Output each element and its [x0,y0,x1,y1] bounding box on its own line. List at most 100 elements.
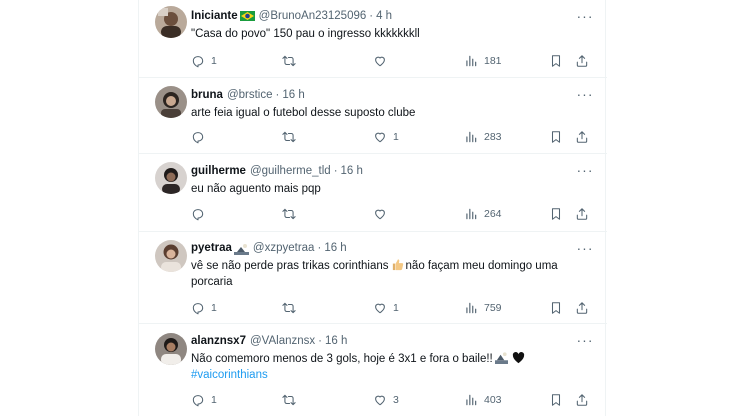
reply-header: Iniciante @BrunoAn23125096 · 4 h [191,10,567,22]
bookmark-icon [549,54,563,68]
like-icon [373,393,387,407]
retweet-button[interactable] [282,128,302,146]
reply-button[interactable]: 1 [191,52,217,70]
like-button[interactable] [373,205,393,223]
separator-dot: · [369,10,374,22]
share-icon [575,207,589,221]
replies-feed: Iniciante @BrunoAn23125096 · 4 h ··· "Ca… [138,0,607,416]
hashtag-link[interactable]: #vaicorinthians [191,369,268,381]
display-name[interactable]: bruna [191,89,223,101]
reply-button[interactable] [191,205,211,223]
reply-item[interactable]: Iniciante @BrunoAn23125096 · 4 h ··· "Ca… [139,0,607,78]
action-bar: 1 181 [191,52,591,70]
reply-item[interactable]: guilherme @guilherme_tld · 16 h ··· eu n… [139,154,607,232]
like-count: 1 [393,302,399,314]
reply-text: vê se não perde pras trikas corinthians n… [191,258,585,290]
avatar[interactable] [155,333,187,365]
avatar[interactable] [155,240,187,272]
bookmark-button[interactable] [549,391,563,409]
reply-icon [191,301,205,315]
share-button[interactable] [575,391,589,409]
reply-count: 1 [211,55,217,67]
like-count: 1 [393,131,399,143]
retweet-icon [282,207,296,221]
reply-text: eu não aguento mais pqp [191,183,321,195]
timestamp[interactable]: 16 h [325,335,347,347]
more-icon[interactable]: ··· [575,84,595,104]
retweet-button[interactable] [282,205,302,223]
bookmark-button[interactable] [549,52,563,70]
bookmark-button[interactable] [549,128,563,146]
reply-icon [191,393,205,407]
reply-item[interactable]: alanznsx7 @VAlanznsx · 16 h ··· Não come… [139,324,607,416]
views-button[interactable]: 181 [464,52,502,70]
share-button[interactable] [575,128,589,146]
views-button[interactable]: 759 [464,299,502,317]
timestamp[interactable]: 4 h [376,10,392,22]
black-heart-emoji-icon [512,351,525,364]
more-icon[interactable]: ··· [575,330,595,350]
more-icon[interactable]: ··· [575,238,595,258]
share-icon [575,130,589,144]
reply-button[interactable]: 1 [191,391,217,409]
timestamp[interactable]: 16 h [324,242,346,254]
display-name[interactable]: Iniciante [191,10,238,22]
views-icon [464,301,478,315]
user-handle[interactable]: @brstice [227,89,273,101]
thumbs-up-emoji-icon [391,258,404,271]
crescent-moon-emoji-icon [233,243,249,255]
share-button[interactable] [575,205,589,223]
views-icon [464,130,478,144]
action-bar: 1 283 [191,128,591,146]
user-handle[interactable]: @BrunoAn23125096 [259,10,367,22]
reply-item[interactable]: bruna @brstice · 16 h ··· arte feia igua… [139,78,607,154]
display-name[interactable]: alanznsx7 [191,335,246,347]
reply-header: guilherme @guilherme_tld · 16 h [191,165,567,177]
like-icon [373,54,387,68]
views-icon [464,54,478,68]
display-name[interactable]: guilherme [191,165,246,177]
user-handle[interactable]: @xzpyetraa [253,242,315,254]
reply-button[interactable]: 1 [191,299,217,317]
separator-dot: · [333,165,338,177]
reply-button[interactable] [191,128,211,146]
views-button[interactable]: 264 [464,205,502,223]
share-button[interactable] [575,299,589,317]
display-name[interactable]: pyetraa [191,242,232,254]
bookmark-button[interactable] [549,205,563,223]
share-button[interactable] [575,52,589,70]
reply-icon [191,207,205,221]
brazil-flag-icon [239,11,255,21]
like-button[interactable]: 1 [373,128,399,146]
retweet-button[interactable] [282,52,302,70]
more-icon[interactable]: ··· [575,6,595,26]
retweet-button[interactable] [282,299,302,317]
like-count: 3 [393,394,399,406]
share-icon [575,393,589,407]
views-count: 759 [484,302,502,314]
retweet-button[interactable] [282,391,302,409]
timestamp[interactable]: 16 h [341,165,363,177]
like-icon [373,207,387,221]
more-icon[interactable]: ··· [575,160,595,180]
avatar[interactable] [155,6,187,38]
like-button[interactable]: 3 [373,391,399,409]
reply-header: alanznsx7 @VAlanznsx · 16 h [191,335,567,347]
reply-header: bruna @brstice · 16 h [191,89,567,101]
bookmark-icon [549,393,563,407]
user-handle[interactable]: @VAlanznsx [250,335,315,347]
avatar[interactable] [155,162,187,194]
views-count: 264 [484,208,502,220]
reply-item[interactable]: pyetraa @xzpyetraa · 16 h ··· vê se não … [139,232,607,324]
views-button[interactable]: 403 [464,391,502,409]
like-button[interactable]: 1 [373,299,399,317]
user-handle[interactable]: @guilherme_tld [250,165,331,177]
share-icon [575,301,589,315]
views-button[interactable]: 283 [464,128,502,146]
avatar[interactable] [155,86,187,118]
bookmark-button[interactable] [549,299,563,317]
reply-count: 1 [211,394,217,406]
like-button[interactable] [373,52,393,70]
reply-text: Não comemoro menos de 3 gols, hoje é 3x1… [191,351,585,383]
timestamp[interactable]: 16 h [282,89,304,101]
